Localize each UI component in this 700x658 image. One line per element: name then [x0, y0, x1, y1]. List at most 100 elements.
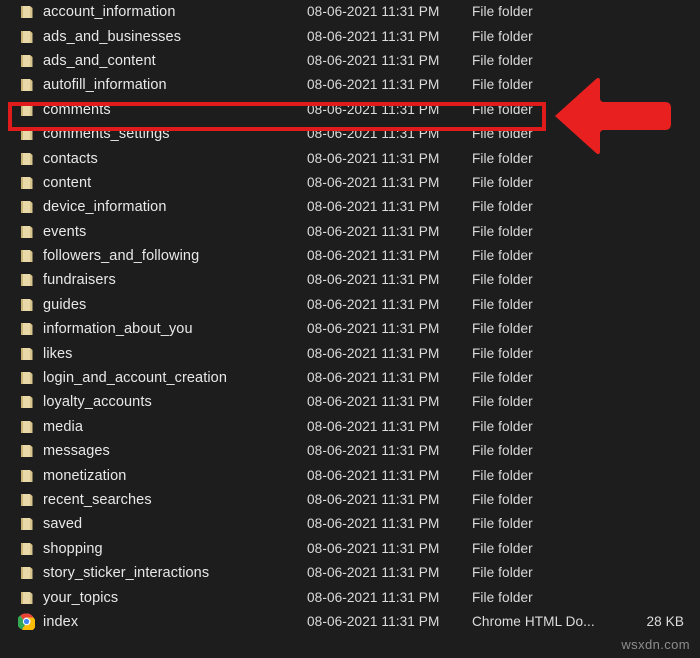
date-modified-label: 08-06-2021 11:31 PM — [307, 565, 440, 581]
table-row[interactable]: media 08-06-2021 11:31 PM File folder — [0, 415, 700, 439]
file-type-cell: File folder — [472, 223, 533, 241]
table-row[interactable]: likes 08-06-2021 11:31 PM File folder — [0, 341, 700, 365]
file-list[interactable]: account_information 08-06-2021 11:31 PM Fi… — [0, 0, 700, 658]
file-type-cell: File folder — [472, 3, 533, 21]
date-modified-cell: 08-06-2021 11:31 PM — [307, 52, 439, 70]
file-name-cell[interactable]: monetization — [18, 467, 126, 484]
date-modified-label: 08-06-2021 11:31 PM — [307, 370, 440, 386]
file-type-label: File folder — [472, 370, 533, 386]
table-row[interactable]: loyalty_accounts 08-06-2021 11:31 PM File … — [0, 390, 700, 414]
table-row[interactable]: guides 08-06-2021 11:31 PM File folder — [0, 293, 700, 317]
file-type-label: File folder — [472, 4, 533, 20]
file-name-label: shopping — [43, 540, 103, 557]
date-modified-label: 08-06-2021 11:31 PM — [307, 321, 440, 337]
date-modified-label: 08-06-2021 11:31 PM — [307, 52, 440, 68]
file-name-cell[interactable]: your_topics — [18, 589, 118, 606]
table-row[interactable]: comments 08-06-2021 11:31 PM File folder — [0, 98, 700, 122]
file-name-label: autofill_information — [43, 77, 167, 94]
file-name-cell[interactable]: comments_settings — [18, 126, 170, 143]
file-name-cell[interactable]: events — [18, 223, 86, 240]
date-modified-label: 08-06-2021 11:31 PM — [307, 540, 440, 556]
table-row[interactable]: messages 08-06-2021 11:31 PM File folder — [0, 439, 700, 463]
file-name-cell[interactable]: messages — [18, 443, 110, 460]
file-type-label: File folder — [472, 101, 533, 117]
date-modified-label: 08-06-2021 11:31 PM — [307, 345, 440, 361]
table-row[interactable]: monetization 08-06-2021 11:31 PM File fold… — [0, 463, 700, 487]
table-row[interactable]: shopping 08-06-2021 11:31 PM File folder — [0, 537, 700, 561]
file-type-label: File folder — [472, 126, 533, 142]
folder-icon — [18, 418, 35, 435]
file-name-label: comments — [43, 101, 111, 118]
file-type-cell: File folder — [472, 564, 533, 582]
chrome-icon — [18, 613, 35, 631]
file-type-label: File folder — [472, 589, 533, 605]
file-type-cell: File folder — [472, 28, 533, 46]
file-name-cell[interactable]: shopping — [18, 540, 103, 557]
file-name-cell[interactable]: account_information — [18, 4, 175, 21]
table-row[interactable]: ads_and_content 08-06-2021 11:31 PM File f… — [0, 49, 700, 73]
folder-icon — [18, 394, 35, 411]
file-type-label: File folder — [472, 272, 533, 288]
date-modified-cell: 08-06-2021 11:31 PM — [307, 393, 439, 411]
file-name-cell[interactable]: followers_and_following — [18, 248, 199, 265]
table-row[interactable]: followers_and_following 08-06-2021 11:31 … — [0, 244, 700, 268]
file-type-label: File folder — [472, 28, 533, 44]
table-row[interactable]: recent_searches 08-06-2021 11:31 PM File f… — [0, 488, 700, 512]
file-name-cell[interactable]: guides — [18, 296, 86, 313]
file-name-cell[interactable]: likes — [18, 345, 73, 362]
date-modified-cell: 08-06-2021 11:31 PM — [307, 589, 439, 607]
file-type-label: File folder — [472, 394, 533, 410]
table-row[interactable]: content 08-06-2021 11:31 PM File folder — [0, 171, 700, 195]
file-name-label: media — [43, 418, 83, 435]
file-name-cell[interactable]: autofill_information — [18, 77, 167, 94]
date-modified-cell: 08-06-2021 11:31 PM — [307, 491, 439, 509]
file-name-label: messages — [43, 443, 110, 460]
file-name-cell[interactable]: index — [18, 613, 79, 631]
table-row[interactable]: comments_settings 08-06-2021 11:31 PM File… — [0, 122, 700, 146]
date-modified-label: 08-06-2021 11:31 PM — [307, 150, 440, 166]
table-row[interactable]: ads_and_businesses 08-06-2021 11:31 PM Fil… — [0, 24, 700, 48]
file-name-cell[interactable]: recent_searches — [18, 492, 152, 509]
date-modified-cell: 08-06-2021 11:31 PM — [307, 369, 439, 387]
table-row[interactable]: events 08-06-2021 11:31 PM File folder — [0, 220, 700, 244]
file-name-label: index — [43, 613, 79, 630]
date-modified-label: 08-06-2021 11:31 PM — [307, 272, 440, 288]
file-type-label: File folder — [472, 223, 533, 239]
table-row[interactable]: information_about_you 08-06-2021 11:31 PM… — [0, 317, 700, 341]
file-name-cell[interactable]: saved — [18, 516, 82, 533]
table-row[interactable]: login_and_account_creation 08-06-2021 11:… — [0, 366, 700, 390]
file-type-cell: File folder — [472, 101, 533, 119]
file-name-cell[interactable]: media — [18, 418, 83, 435]
file-name-cell[interactable]: ads_and_content — [18, 52, 156, 69]
file-name-cell[interactable]: fundraisers — [18, 272, 116, 289]
file-type-cell: Chrome HTML Do... — [472, 613, 595, 631]
table-row[interactable]: account_information 08-06-2021 11:31 PM Fi… — [0, 0, 700, 24]
file-name-cell[interactable]: loyalty_accounts — [18, 394, 152, 411]
file-name-cell[interactable]: contacts — [18, 150, 98, 167]
file-name-cell[interactable]: information_about_you — [18, 321, 193, 338]
file-type-cell: File folder — [472, 467, 533, 485]
file-name-cell[interactable]: content — [18, 174, 91, 191]
file-type-label: File folder — [472, 77, 533, 93]
table-row[interactable]: device_information 08-06-2021 11:31 PM Fil… — [0, 195, 700, 219]
table-row[interactable]: story_sticker_interactions 08-06-2021 11:… — [0, 561, 700, 585]
file-name-cell[interactable]: comments — [18, 101, 111, 118]
file-name-label: story_sticker_interactions — [43, 565, 210, 582]
file-name-cell[interactable]: device_information — [18, 199, 167, 216]
date-modified-cell: 08-06-2021 11:31 PM — [307, 76, 439, 94]
file-name-label: information_about_you — [43, 321, 193, 338]
table-row[interactable]: your_topics 08-06-2021 11:31 PM File folde… — [0, 585, 700, 609]
file-type-cell: File folder — [472, 198, 533, 216]
folder-icon — [18, 199, 35, 216]
file-name-cell[interactable]: story_sticker_interactions — [18, 565, 209, 582]
table-row[interactable]: contacts 08-06-2021 11:31 PM File folder — [0, 146, 700, 170]
folder-icon — [18, 443, 35, 460]
table-row[interactable]: autofill_information 08-06-2021 11:31 PM F… — [0, 73, 700, 97]
file-type-cell: File folder — [472, 589, 533, 607]
table-row[interactable]: fundraisers 08-06-2021 11:31 PM File folde… — [0, 268, 700, 292]
table-row[interactable]: saved 08-06-2021 11:31 PM File folder — [0, 512, 700, 536]
file-name-cell[interactable]: ads_and_businesses — [18, 28, 181, 45]
file-name-cell[interactable]: login_and_account_creation — [18, 370, 227, 387]
date-modified-label: 08-06-2021 11:31 PM — [307, 394, 440, 410]
table-row[interactable]: index 08-06-2021 11:31 PM Chrome HTML Do..… — [0, 610, 700, 634]
